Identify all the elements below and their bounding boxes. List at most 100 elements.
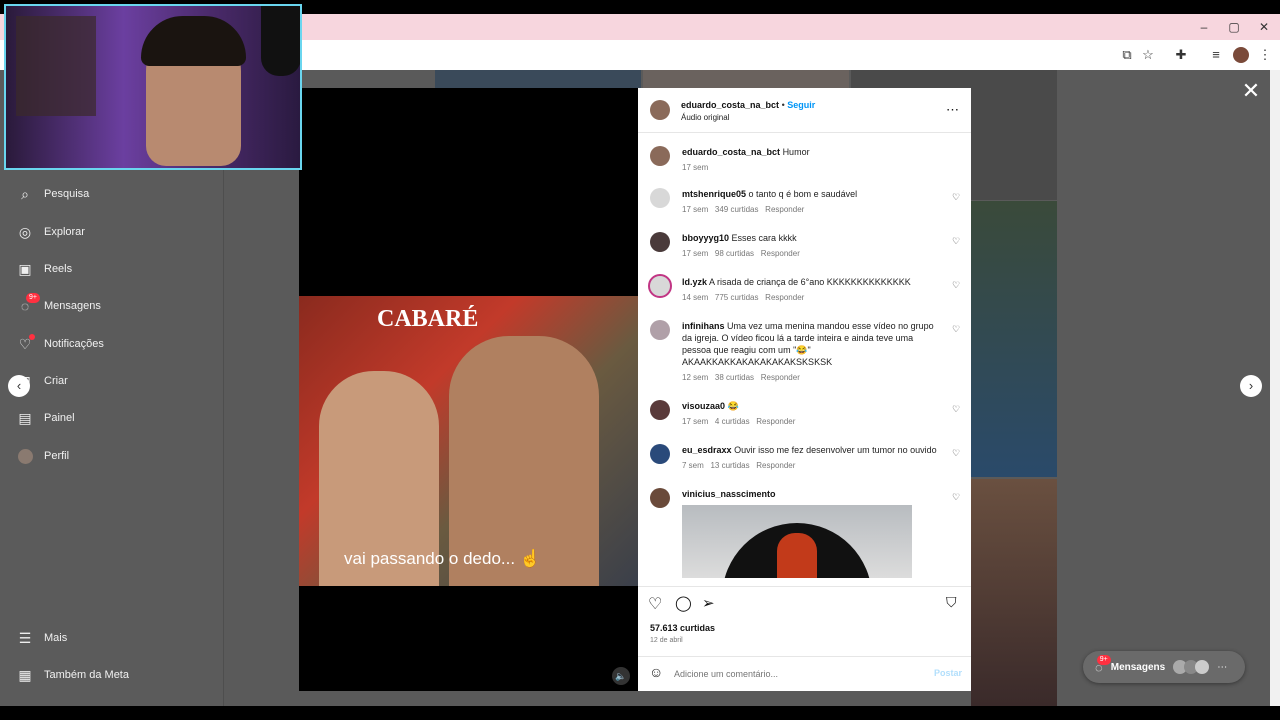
commenter-avatar[interactable]	[650, 188, 670, 208]
webcam-hair	[141, 16, 246, 66]
extensions-icon[interactable]: ✚	[1172, 46, 1190, 64]
sidebar-item-label: Mensagens	[44, 300, 101, 312]
mute-icon[interactable]: 🔈	[612, 667, 630, 685]
post-panel: eduardo_costa_na_bct • Seguir Áudio orig…	[638, 88, 971, 691]
video-caption: vai passando o dedo... ☝	[344, 549, 541, 568]
comment-item: ld.yzk A risada de criança de 6°ano KKKK…	[638, 274, 971, 316]
bookmark-star-icon[interactable]: ☆	[1139, 46, 1157, 64]
sidebar-item-notifications[interactable]: ♡ Notificações	[16, 332, 104, 356]
media-control-icon[interactable]: ≡	[1207, 46, 1225, 64]
grid-tile[interactable]	[971, 201, 1057, 477]
minimize-icon[interactable]: –	[1194, 18, 1214, 36]
comment-likes[interactable]: 98 curtidas	[715, 249, 754, 258]
comment-text: 😂	[727, 401, 739, 411]
reel-video[interactable]: CABARÉ vai passando o dedo... ☝	[299, 88, 638, 691]
like-post-icon[interactable]: ♡	[648, 594, 662, 614]
comment-body: visouzaa0 😂	[682, 400, 942, 412]
comment-username[interactable]: visouzaa0	[682, 401, 725, 411]
sidebar-item-dashboard[interactable]: ▤ Painel	[16, 406, 75, 430]
commenter-avatar[interactable]	[650, 320, 670, 340]
comment-username[interactable]: eu_esdraxx	[682, 445, 732, 455]
like-comment-icon[interactable]: ♡	[952, 324, 960, 335]
sidebar-item-reels[interactable]: ▣ Reels	[16, 257, 72, 281]
reply-button[interactable]: Responder	[761, 249, 800, 258]
notification-dot	[29, 334, 35, 340]
like-comment-icon[interactable]: ♡	[952, 404, 960, 415]
comment-likes[interactable]: 775 curtidas	[715, 293, 759, 302]
comment-likes[interactable]: 349 curtidas	[715, 205, 759, 214]
messages-pill-badge: 9+	[1096, 654, 1111, 665]
sidebar-item-label: Painel	[44, 412, 75, 424]
browser-menu-icon[interactable]: ⋮	[1256, 46, 1274, 64]
close-modal-icon[interactable]: ✕	[1240, 80, 1262, 102]
commenter-avatar[interactable]	[650, 400, 670, 420]
comment-item: vinicius_nasscimento ♡	[638, 488, 971, 578]
sidebar-item-label: Também da Meta	[44, 669, 129, 681]
author-avatar[interactable]	[650, 100, 670, 120]
sidebar-item-meta[interactable]: ▦ Também da Meta	[16, 663, 129, 687]
author-avatar[interactable]	[650, 146, 670, 166]
commenter-avatar[interactable]	[650, 488, 670, 508]
comment-username[interactable]: infinihans	[682, 321, 725, 331]
comment-icon[interactable]: ◯	[675, 594, 692, 612]
close-window-icon[interactable]: ✕	[1254, 18, 1274, 36]
post-comment-button[interactable]: Postar	[934, 668, 962, 678]
comment-meta: 12 sem 38 curtidas Responder	[682, 373, 800, 382]
post-date: 12 de abril	[650, 637, 683, 644]
comment-text: A risada de criança de 6°ano KKKKKKKKKKK…	[709, 277, 911, 287]
sidebar-item-more[interactable]: ☰ Mais	[16, 626, 68, 650]
like-comment-icon[interactable]: ♡	[952, 448, 960, 459]
sidebar-item-explore[interactable]: ◎ Explorar	[16, 220, 85, 244]
grid-tile[interactable]	[971, 479, 1057, 706]
sidebar-item-search[interactable]: ⌕ Pesquisa	[16, 182, 89, 206]
comment-input[interactable]	[674, 666, 914, 682]
comment-likes[interactable]: 13 curtidas	[710, 461, 749, 470]
comment-username[interactable]: vinicius_nasscimento	[682, 489, 776, 499]
like-comment-icon[interactable]: ♡	[952, 192, 960, 203]
video-frame: CABARÉ vai passando o dedo... ☝	[299, 296, 638, 586]
page-scrollbar[interactable]	[1270, 70, 1280, 706]
maximize-icon[interactable]: ▢	[1224, 18, 1244, 36]
menu-icon: ☰	[18, 629, 32, 646]
sidebar-item-messages[interactable]: ◌ 9+ Mensagens	[16, 293, 101, 318]
author-username[interactable]: eduardo_costa_na_bct	[681, 100, 779, 110]
comment-body: infinihans Uma vez uma menina mandou ess…	[682, 320, 944, 368]
comment-username[interactable]: bboyyyg10	[682, 233, 729, 243]
share-icon[interactable]: ➢	[702, 594, 715, 612]
reels-icon: ▣	[18, 260, 32, 277]
comment-gif[interactable]	[682, 505, 912, 578]
reply-button[interactable]: Responder	[765, 205, 804, 214]
likes-count[interactable]: 57.613 curtidas	[650, 623, 715, 633]
commenter-avatar[interactable]	[648, 274, 672, 298]
previous-arrow-icon[interactable]: ‹	[8, 375, 30, 397]
avatar-icon	[16, 447, 34, 465]
caption-username[interactable]: eduardo_costa_na_bct	[682, 147, 780, 157]
like-comment-icon[interactable]: ♡	[952, 236, 960, 247]
follow-button[interactable]: Seguir	[787, 100, 815, 110]
install-app-icon[interactable]: ⧉	[1118, 46, 1136, 64]
profile-avatar-icon[interactable]	[1233, 47, 1249, 63]
divider	[638, 656, 971, 657]
like-comment-icon[interactable]: ♡	[952, 492, 960, 503]
comment-username[interactable]: mtshenrique05	[682, 189, 746, 199]
comment-likes[interactable]: 4 curtidas	[715, 417, 750, 426]
more-options-icon[interactable]: ⋯	[946, 102, 959, 118]
messages-pill[interactable]: ◌ 9+ Mensagens ⋯	[1083, 651, 1245, 683]
like-comment-icon[interactable]: ♡	[952, 280, 960, 291]
reply-button[interactable]: Responder	[756, 461, 795, 470]
sidebar-item-profile[interactable]: Perfil	[16, 444, 69, 468]
audio-label[interactable]: Áudio original	[681, 113, 729, 122]
comment-username[interactable]: ld.yzk	[682, 277, 707, 287]
commenter-avatar[interactable]	[650, 444, 670, 464]
divider	[638, 132, 971, 133]
comment-item: bboyyyg10 Esses cara kkkk 17 sem 98 curt…	[638, 232, 971, 272]
reply-button[interactable]: Responder	[761, 373, 800, 382]
reply-button[interactable]: Responder	[765, 293, 804, 302]
comment-likes[interactable]: 38 curtidas	[715, 373, 754, 382]
next-arrow-icon[interactable]: ›	[1240, 375, 1262, 397]
reply-button[interactable]: Responder	[756, 417, 795, 426]
save-bookmark-icon[interactable]: ⛉	[946, 594, 957, 611]
comment-body: eu_esdraxx Ouvir isso me fez desenvolver…	[682, 444, 944, 456]
commenter-avatar[interactable]	[650, 232, 670, 252]
emoji-icon[interactable]: ☺	[649, 664, 663, 680]
